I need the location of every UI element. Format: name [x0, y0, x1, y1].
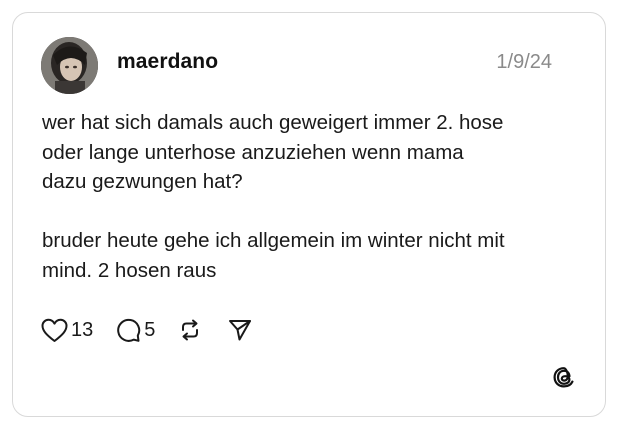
like-button[interactable]: 13 — [41, 318, 93, 343]
threads-logo-icon — [551, 364, 577, 390]
send-icon — [229, 320, 252, 341]
username[interactable]: maerdano — [117, 50, 218, 74]
share-button[interactable] — [227, 317, 253, 343]
reply-count: 5 — [144, 318, 156, 341]
heart-icon — [41, 318, 68, 342]
repost-button[interactable] — [177, 317, 203, 343]
comment-icon — [117, 318, 141, 342]
post-text: wer hat sich damals auch geweigert immer… — [42, 111, 505, 282]
repost-icon — [182, 319, 199, 341]
reply-button[interactable]: 5 — [115, 317, 155, 343]
avatar-image — [41, 37, 98, 94]
post-actions: 13 5 — [41, 315, 267, 345]
avatar[interactable] — [41, 37, 98, 94]
post-card: maerdano 1/9/24 wer hat sich damals auch… — [12, 12, 606, 417]
post-date: 1/9/24 — [496, 51, 552, 73]
like-count: 13 — [71, 318, 94, 341]
